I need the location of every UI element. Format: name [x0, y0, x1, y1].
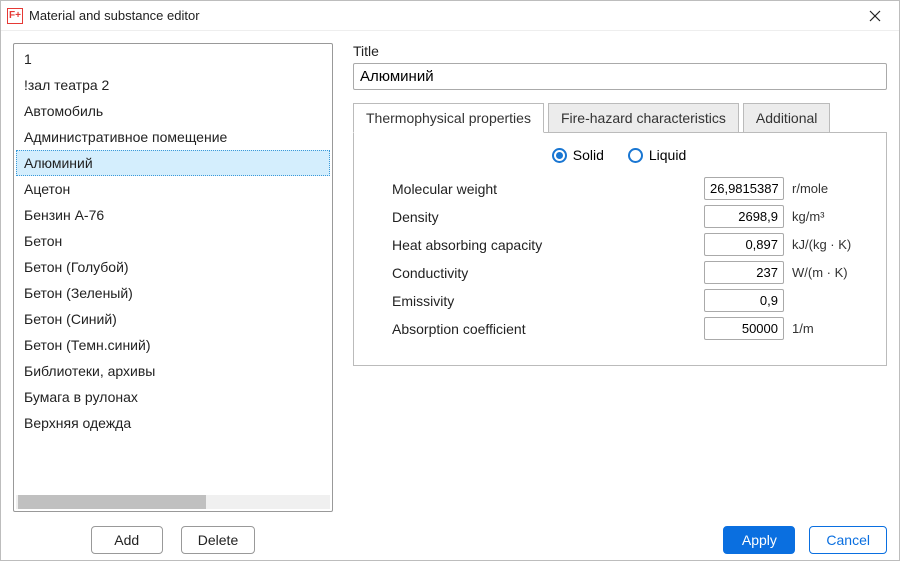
list-hscrollbar[interactable]	[16, 495, 330, 509]
list-item[interactable]: Бумага в рулонах	[16, 384, 330, 410]
close-icon	[869, 10, 881, 22]
window-title: Material and substance editor	[29, 8, 859, 23]
radio-solid-label: Solid	[573, 147, 604, 163]
app-icon: F+	[7, 8, 23, 24]
add-button[interactable]: Add	[91, 526, 163, 554]
list-item[interactable]: Бетон (Синий)	[16, 306, 330, 332]
label-conductivity: Conductivity	[372, 265, 704, 281]
label-molecular-weight: Molecular weight	[372, 181, 704, 197]
radio-solid[interactable]: Solid	[552, 147, 604, 163]
list-item[interactable]: Верхняя одежда	[16, 410, 330, 436]
tab-additional[interactable]: Additional	[743, 103, 831, 133]
input-density[interactable]	[704, 205, 784, 228]
list-hscrollbar-thumb[interactable]	[18, 495, 206, 509]
row-molecular-weight: Molecular weight r/mole	[372, 177, 866, 200]
list-item[interactable]: Библиотеки, архивы	[16, 358, 330, 384]
label-density: Density	[372, 209, 704, 225]
unit-conductivity: W/(m · K)	[792, 265, 866, 280]
close-button[interactable]	[859, 4, 891, 28]
tab-thermophysical[interactable]: Thermophysical properties	[353, 103, 544, 133]
radio-liquid-indicator	[628, 148, 643, 163]
input-conductivity[interactable]	[704, 261, 784, 284]
material-list-wrap: 1!зал театра 2АвтомобильАдминистративное…	[13, 43, 333, 512]
row-density: Density kg/m³	[372, 205, 866, 228]
unit-density: kg/m³	[792, 209, 866, 224]
tab-fire-hazard[interactable]: Fire-hazard characteristics	[548, 103, 739, 133]
label-emissivity: Emissivity	[372, 293, 704, 309]
input-absorption-coefficient[interactable]	[704, 317, 784, 340]
row-heat-capacity: Heat absorbing capacity kJ/(kg · K)	[372, 233, 866, 256]
right-pane: Title Thermophysical properties Fire-haz…	[353, 43, 887, 554]
list-item[interactable]: Бетон	[16, 228, 330, 254]
list-item[interactable]: Ацетон	[16, 176, 330, 202]
tab-panel-thermophysical: Solid Liquid Molecular weight r/mole Den…	[353, 132, 887, 366]
dialog-footer: Apply Cancel	[353, 514, 887, 554]
list-buttons: Add Delete	[13, 526, 333, 554]
list-item[interactable]: Бетон (Голубой)	[16, 254, 330, 280]
title-input[interactable]	[353, 63, 887, 90]
list-item[interactable]: Бетон (Зеленый)	[16, 280, 330, 306]
input-molecular-weight[interactable]	[704, 177, 784, 200]
title-label: Title	[353, 43, 887, 59]
input-emissivity[interactable]	[704, 289, 784, 312]
delete-button[interactable]: Delete	[181, 526, 255, 554]
phase-selector: Solid Liquid	[372, 147, 866, 163]
radio-liquid-label: Liquid	[649, 147, 686, 163]
list-item[interactable]: Автомобиль	[16, 98, 330, 124]
window: F+ Material and substance editor 1!зал т…	[0, 0, 900, 561]
row-conductivity: Conductivity W/(m · K)	[372, 261, 866, 284]
body: 1!зал театра 2АвтомобильАдминистративное…	[1, 31, 899, 560]
left-pane: 1!зал театра 2АвтомобильАдминистративное…	[13, 43, 333, 554]
tab-bar: Thermophysical properties Fire-hazard ch…	[353, 102, 887, 132]
apply-button[interactable]: Apply	[723, 526, 795, 554]
list-item[interactable]: Бетон (Темн.синий)	[16, 332, 330, 358]
list-item[interactable]: Административное помещение	[16, 124, 330, 150]
titlebar: F+ Material and substance editor	[1, 1, 899, 31]
radio-liquid[interactable]: Liquid	[628, 147, 686, 163]
list-item[interactable]: !зал театра 2	[16, 72, 330, 98]
label-absorption-coefficient: Absorption coefficient	[372, 321, 704, 337]
label-heat-capacity: Heat absorbing capacity	[372, 237, 704, 253]
row-absorption-coefficient: Absorption coefficient 1/m	[372, 317, 866, 340]
list-item[interactable]: 1	[16, 46, 330, 72]
list-item[interactable]: Бензин А-76	[16, 202, 330, 228]
unit-heat-capacity: kJ/(kg · K)	[792, 237, 866, 252]
row-emissivity: Emissivity	[372, 289, 866, 312]
radio-solid-indicator	[552, 148, 567, 163]
material-list[interactable]: 1!зал театра 2АвтомобильАдминистративное…	[16, 46, 330, 493]
input-heat-capacity[interactable]	[704, 233, 784, 256]
cancel-button[interactable]: Cancel	[809, 526, 887, 554]
unit-absorption-coefficient: 1/m	[792, 321, 866, 336]
unit-molecular-weight: r/mole	[792, 181, 866, 196]
list-item[interactable]: Алюминий	[16, 150, 330, 176]
